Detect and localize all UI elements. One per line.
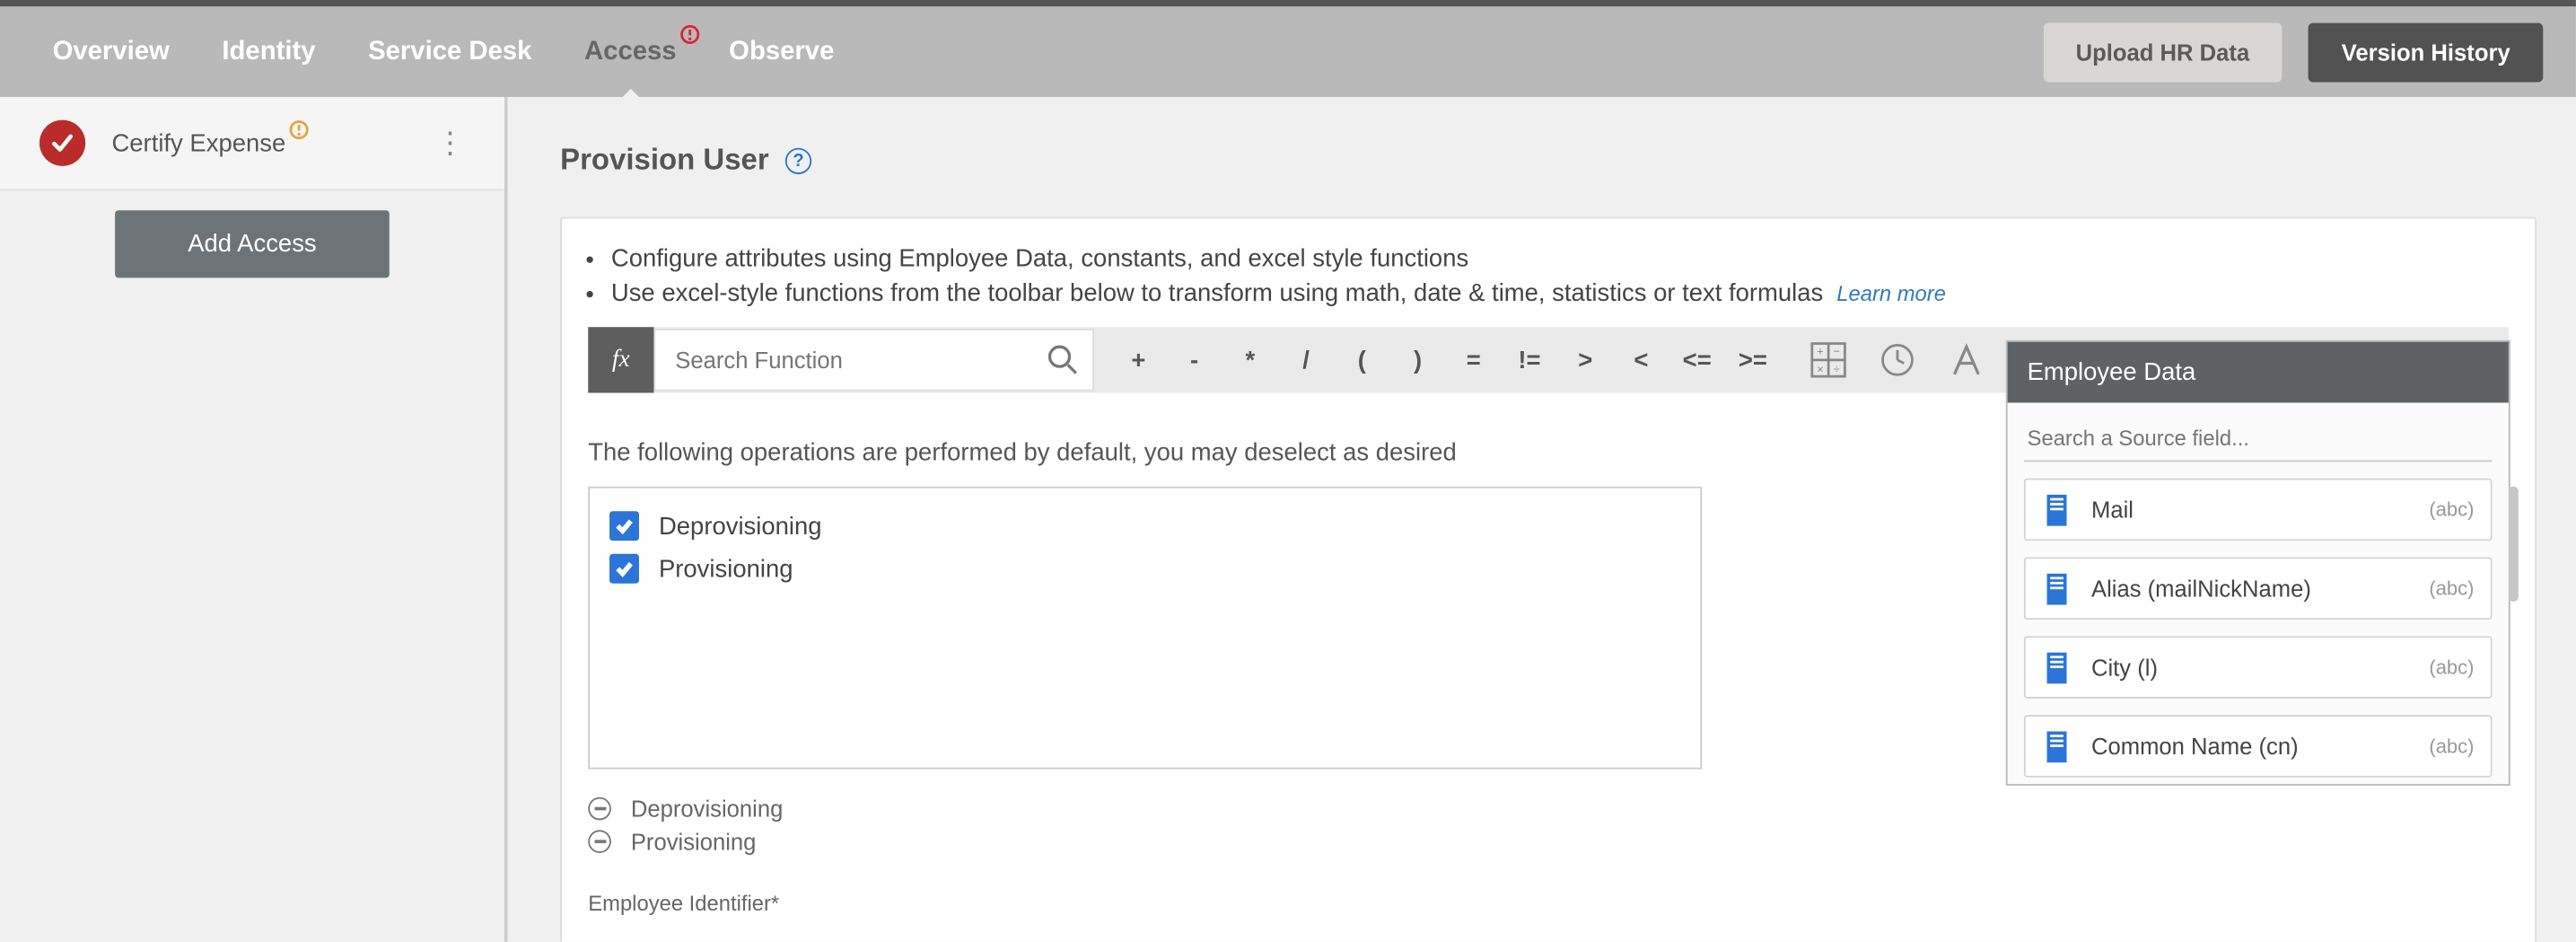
source-field-icon <box>2042 572 2072 605</box>
field-name: City (l) <box>2091 654 2158 680</box>
provisioning-checkbox[interactable] <box>609 554 639 584</box>
operator-button[interactable]: + <box>1110 327 1166 392</box>
field-name: Alias (mailNickName) <box>2091 576 2311 602</box>
nav-tab-observe[interactable]: Observe <box>729 37 834 66</box>
sidebar: Certify Expense ⋮ Add Access <box>0 97 508 942</box>
employee-field-item[interactable]: Mail (abc) <box>2024 479 2493 541</box>
field-name: Common Name (cn) <box>2091 733 2299 759</box>
operator-button[interactable]: - <box>1167 327 1222 392</box>
operator-button[interactable]: > <box>1557 327 1613 392</box>
operation-label: Provisioning <box>659 555 793 583</box>
operations-box: Deprovisioning Provisioning <box>588 487 1702 770</box>
svg-text:−: − <box>1834 344 1840 357</box>
employee-field-item[interactable]: Common Name (cn) (abc) <box>2024 715 2493 778</box>
app-check-icon <box>39 120 85 166</box>
version-history-button[interactable]: Version History <box>2309 22 2543 82</box>
svg-text:÷: ÷ <box>1834 362 1840 375</box>
add-access-button[interactable]: Add Access <box>116 210 390 277</box>
sub-op-label: Provisioning <box>631 828 757 854</box>
nav-tab-access[interactable]: Access <box>584 37 677 66</box>
svg-text:+: + <box>1817 344 1823 357</box>
fx-icon: fx <box>588 327 653 392</box>
sidebar-app-row[interactable]: Certify Expense ⋮ <box>0 97 504 190</box>
operator-button[interactable]: < <box>1613 327 1669 392</box>
upload-hr-data-button[interactable]: Upload HR Data <box>2043 22 2282 82</box>
field-type: (abc) <box>2429 498 2474 522</box>
field-type: (abc) <box>2429 656 2474 679</box>
search-icon[interactable] <box>1047 344 1080 377</box>
employee-field-item[interactable]: Alias (mailNickName) (abc) <box>2024 557 2493 620</box>
instruction-line: Configure attributes using Employee Data… <box>611 242 2509 276</box>
svg-text:×: × <box>1817 362 1823 375</box>
field-type: (abc) <box>2429 577 2474 600</box>
operation-row: Provisioning <box>609 547 1680 590</box>
math-icon[interactable]: +−× ÷ <box>1810 342 1846 378</box>
field-type: (abc) <box>2429 735 2474 758</box>
operator-button[interactable]: / <box>1278 327 1334 392</box>
nav-tab-identity[interactable]: Identity <box>222 37 315 66</box>
collapse-icon <box>588 830 611 853</box>
scrollbar[interactable] <box>2509 487 2519 602</box>
nav-tab-overview[interactable]: Overview <box>53 37 170 66</box>
collapse-icon <box>588 797 611 821</box>
learn-more-link[interactable]: Learn more <box>1836 281 1946 305</box>
operator-button[interactable]: = <box>1446 327 1502 392</box>
operator-button[interactable]: >= <box>1725 327 1781 392</box>
source-field-icon <box>2042 730 2072 763</box>
employee-field-item[interactable]: City (l) (abc) <box>2024 636 2493 699</box>
operation-label: Deprovisioning <box>659 512 822 540</box>
sub-op-label: Deprovisioning <box>631 796 784 822</box>
sub-op-row[interactable]: Provisioning <box>588 825 2509 858</box>
search-function-box <box>653 329 1094 392</box>
warning-icon <box>289 119 309 139</box>
source-field-icon <box>2042 651 2072 684</box>
text-icon[interactable] <box>1949 342 1985 378</box>
kebab-menu-icon[interactable]: ⋮ <box>425 126 475 160</box>
employee-data-header: Employee Data <box>2008 342 2509 403</box>
operator-button[interactable]: != <box>1502 327 1557 392</box>
source-field-icon <box>2042 493 2072 526</box>
sub-op-row[interactable]: Deprovisioning <box>588 792 2509 825</box>
employee-identifier-label: Employee Identifier* <box>588 891 2509 915</box>
main-content: Provision User ? Configure attributes us… <box>508 97 2576 942</box>
operator-button[interactable]: ) <box>1389 327 1445 392</box>
instruction-line: Use excel-style functions from the toolb… <box>611 276 2509 310</box>
deprovisioning-checkbox[interactable] <box>609 511 639 541</box>
field-name: Mail <box>2091 497 2134 523</box>
operator-button[interactable]: * <box>1222 327 1278 392</box>
operator-button[interactable]: ( <box>1334 327 1389 392</box>
search-function-input[interactable] <box>675 347 1047 373</box>
top-nav: Overview Identity Service Desk Access Ob… <box>0 6 2576 97</box>
operation-row: Deprovisioning <box>609 505 1680 548</box>
nav-tab-service-desk[interactable]: Service Desk <box>368 37 531 66</box>
alert-icon <box>679 24 699 44</box>
help-icon[interactable]: ? <box>785 147 811 173</box>
app-name-label: Certify Expense <box>111 129 285 157</box>
page-title: Provision User <box>560 143 769 177</box>
operator-button[interactable]: <= <box>1669 327 1725 392</box>
employee-data-panel: Employee Data Mail(abc)Alias (mailNickNa… <box>2006 340 2510 786</box>
clock-icon[interactable] <box>1879 342 1915 378</box>
employee-field-search-input[interactable] <box>2024 419 2493 462</box>
